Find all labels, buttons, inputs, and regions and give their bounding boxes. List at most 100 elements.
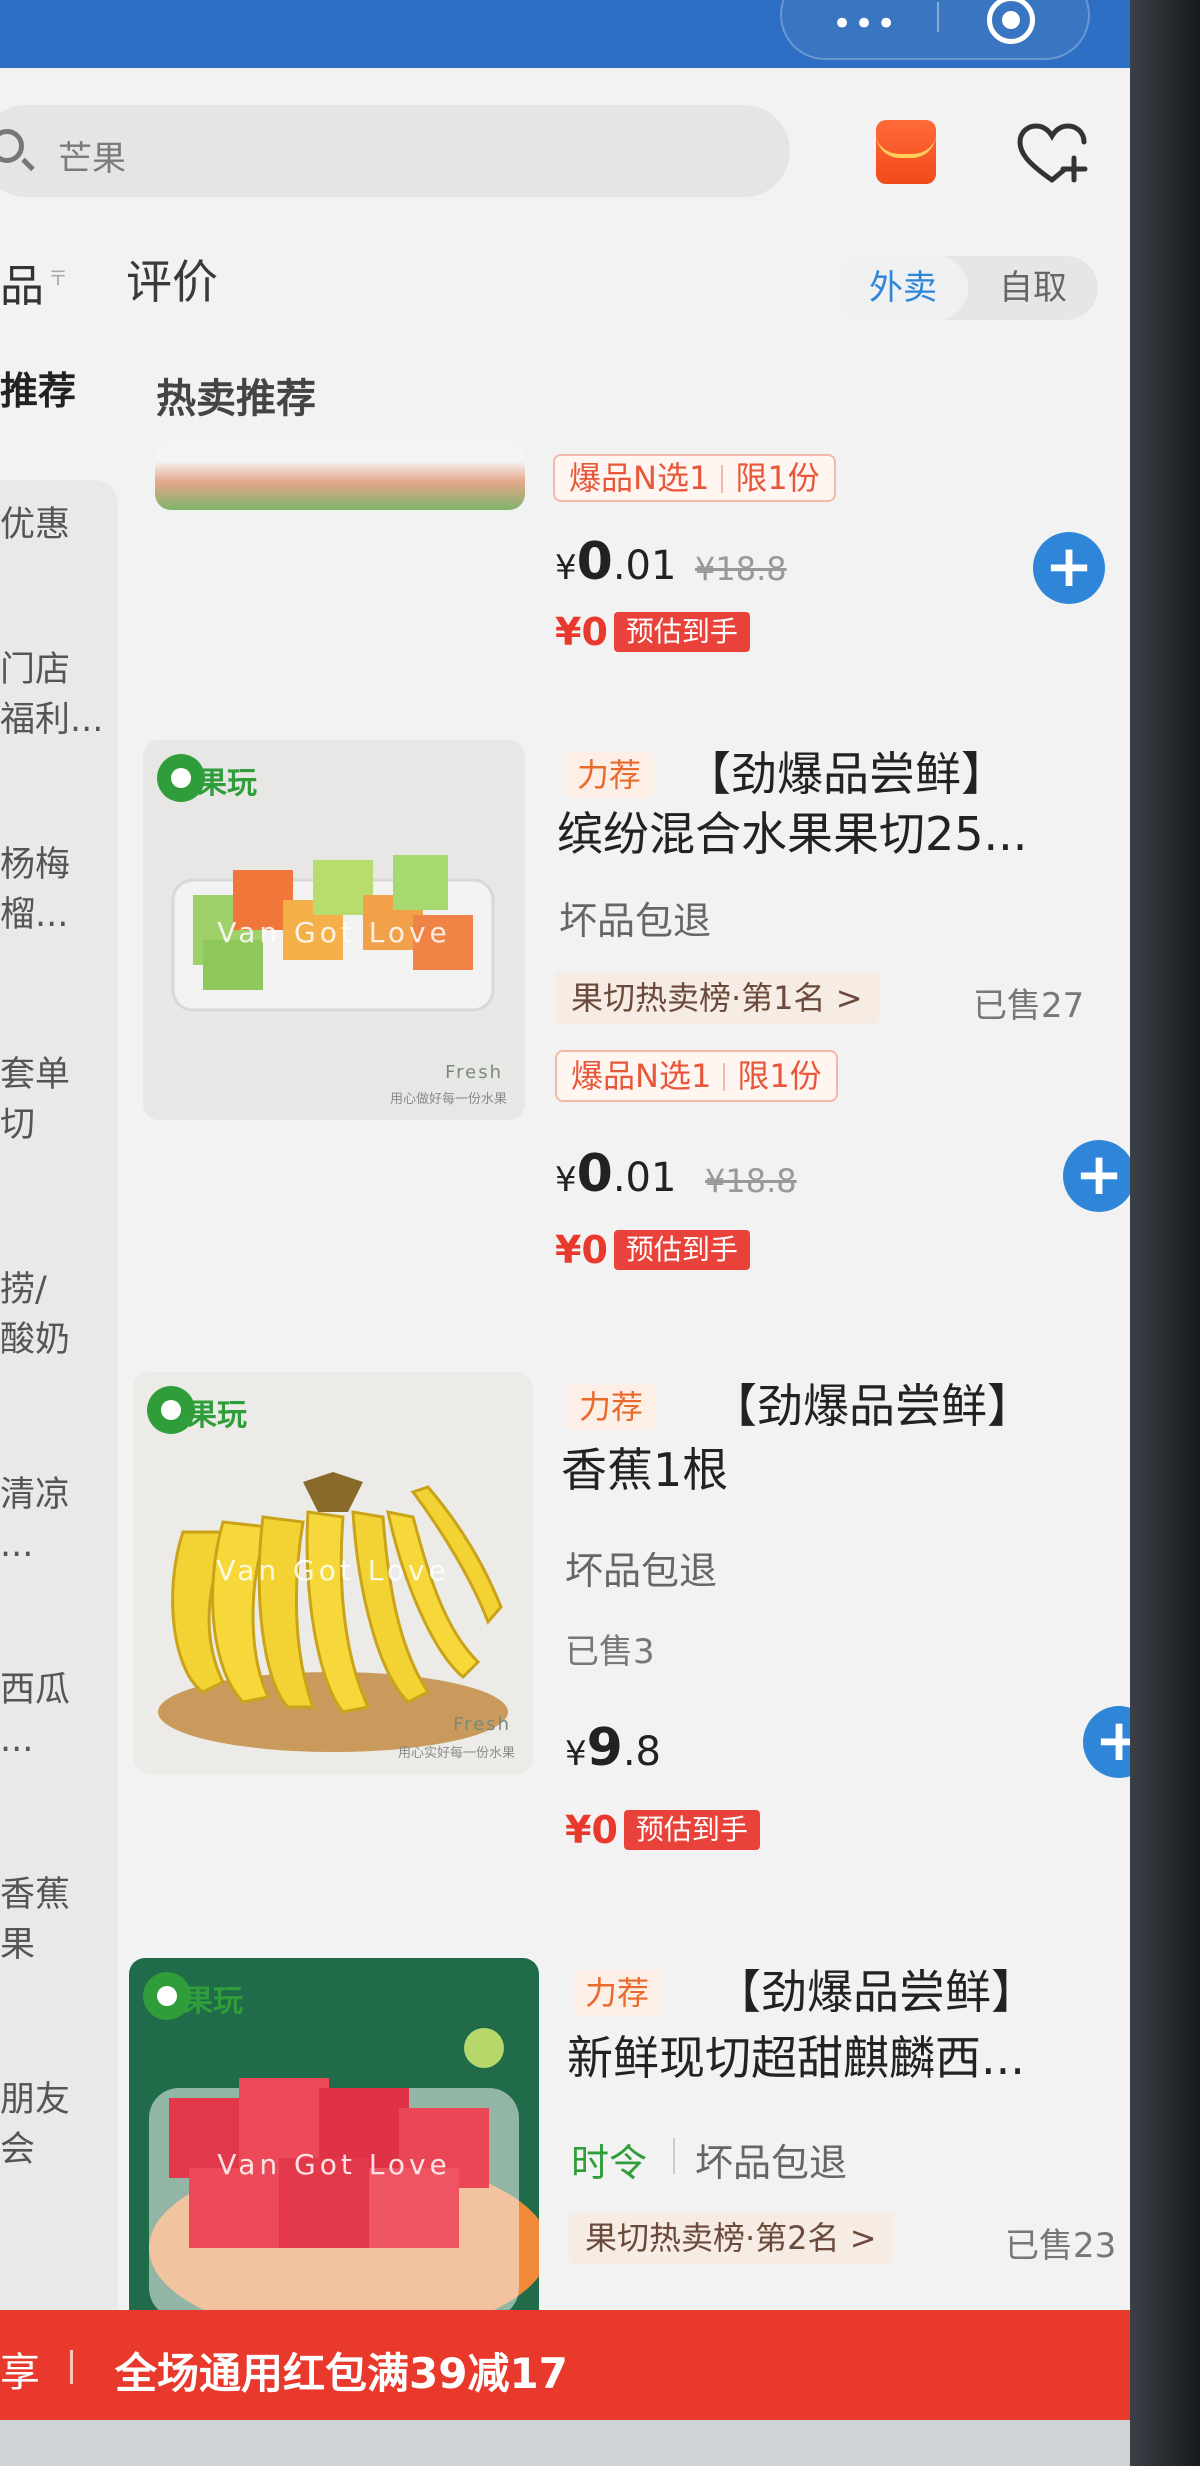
- section-title: 热卖推荐: [156, 376, 316, 422]
- red-envelope-icon[interactable]: [876, 120, 936, 184]
- mode-pickup[interactable]: 自取: [968, 256, 1098, 320]
- more-icon[interactable]: •••: [832, 4, 898, 44]
- original-price: ¥18.8: [705, 1162, 797, 1200]
- limit-badge-a: 爆品N选1: [569, 459, 710, 497]
- mode-delivery[interactable]: 外卖: [838, 256, 968, 320]
- fresh-label: Fresh: [453, 1714, 511, 1735]
- tab-products[interactable]: 品: [0, 250, 44, 314]
- original-price: ¥18.8: [695, 550, 787, 588]
- sidebar-item[interactable]: 西瓜 ...: [0, 1665, 118, 1765]
- tag-divider: [673, 2138, 675, 2174]
- brand-logo: 果玩: [143, 1972, 273, 2022]
- app-screen: ••• 芒果 品 〒 评价 外卖 自取 推荐 优惠 门店 福利... 杨梅 榴.…: [0, 0, 1130, 2466]
- sidebar-item[interactable]: 套单 切: [0, 1050, 118, 1150]
- category-sidebar: 推荐 优惠 门店 福利... 杨梅 榴... 套单 切 捞/ 酸奶 清凉 ...…: [0, 360, 118, 2466]
- product-title-line2[interactable]: 香蕉1根: [561, 1440, 728, 1500]
- brand-logo-text: 果玩: [197, 766, 257, 801]
- sold-count: 已售3: [565, 1632, 655, 1672]
- recommend-tag: 力荐: [573, 1970, 662, 2016]
- estimated-label: 预估到手: [623, 1810, 760, 1850]
- price-dec: .01: [612, 1155, 677, 1201]
- ranking-badge[interactable]: 果切热卖榜·第1名 >: [555, 972, 879, 1024]
- delivery-mode-toggle: 外卖 自取: [838, 256, 1098, 320]
- sidebar-panel: 优惠 门店 福利... 杨梅 榴... 套单 切 捞/ 酸奶 清凉 ... 西瓜…: [0, 480, 118, 2466]
- limit-badge: 爆品N选1 限1份: [553, 454, 836, 502]
- banner-coupon-text: 全场通用红包满39减17: [115, 2349, 568, 2398]
- estimated-zero: ¥0: [555, 1228, 608, 1272]
- search-bar[interactable]: 芒果: [0, 105, 790, 197]
- add-to-cart-button[interactable]: +: [1063, 1140, 1130, 1212]
- estimated-price: ¥0 预估到手: [555, 610, 750, 654]
- watermark: Van Got Love: [216, 1554, 450, 1587]
- product-image[interactable]: [155, 440, 525, 510]
- sidebar-item[interactable]: 香蕉 果: [0, 1870, 118, 1970]
- product-title-line2[interactable]: 新鲜现切超甜麒麟西...: [567, 2028, 1025, 2088]
- sidebar-item-recommend[interactable]: 推荐: [0, 360, 76, 415]
- brand-logo: 果玩: [157, 754, 287, 804]
- price-int: 0: [576, 1144, 613, 1204]
- price-int: 9: [586, 1718, 623, 1778]
- search-placeholder: 芒果: [58, 139, 126, 179]
- tab-review[interactable]: 评价: [126, 246, 218, 312]
- estimated-label: 预估到手: [613, 1230, 750, 1270]
- product-image[interactable]: 果玩 Van Got Love Fresh 用心做好每一份水果: [143, 740, 525, 1120]
- close-miniprogram-icon[interactable]: [987, 0, 1035, 44]
- limit-badge: 爆品N选1 限1份: [555, 1050, 838, 1102]
- seasonal-tag: 时令: [571, 2141, 648, 2185]
- estimated-price: ¥0 预估到手: [555, 1228, 750, 1272]
- estimated-zero: ¥0: [555, 610, 608, 654]
- add-to-cart-button[interactable]: +: [1083, 1706, 1130, 1778]
- sidebar-item[interactable]: 杨梅 榴...: [0, 840, 118, 940]
- add-to-cart-button[interactable]: +: [1033, 532, 1105, 604]
- recommend-tag: 力荐: [567, 1384, 656, 1430]
- product-image[interactable]: 果玩 Van Got Love: [129, 1958, 539, 2338]
- product-title[interactable]: 【劲爆品尝鲜】: [711, 1376, 1033, 1436]
- product-card[interactable]: 爆品N选1 限1份 ¥0.01 ¥18.8 ¥0 预估到手 +: [125, 440, 1130, 670]
- coupon-banner[interactable]: 享 全场通用红包满39减17: [0, 2310, 1130, 2420]
- slogan: 用心实好每一份水果: [397, 1746, 515, 1761]
- price-dec: .8: [622, 1729, 661, 1775]
- price: ¥9.8: [565, 1718, 661, 1778]
- product-title[interactable]: 【劲爆品尝鲜】: [685, 744, 1007, 804]
- device-frame: [1130, 0, 1200, 2466]
- product-card[interactable]: 果玩 Van Got Love Fresh 用心做好每一份水果 力荐 【劲爆品尝…: [125, 740, 1130, 1300]
- limit-badge-b: 限1份: [737, 1057, 822, 1095]
- price-currency: ¥: [555, 548, 577, 588]
- sidebar-item[interactable]: 清凉 ...: [0, 1470, 118, 1570]
- recommend-tag: 力荐: [565, 752, 654, 798]
- limit-badge-b: 限1份: [735, 459, 820, 497]
- product-card[interactable]: 果玩 Van Got Love 力荐 【劲爆品尝鲜】 新鲜现切超甜麒麟西... …: [125, 1958, 1130, 2338]
- product-title-line2[interactable]: 缤纷混合水果果切25...: [557, 804, 1027, 864]
- product-card[interactable]: 果玩 Van Got Love Fresh 用心实好每一份水果 力荐 【劲爆品尝…: [125, 1372, 1130, 1882]
- price-dec: .01: [612, 543, 677, 589]
- slogan: 用心做好每一份水果: [389, 1092, 507, 1107]
- banner-left-text: 享: [0, 2350, 40, 2396]
- tab-products-mark: 〒: [48, 266, 68, 290]
- price-currency: ¥: [565, 1734, 587, 1774]
- refund-policy: 坏品包退: [695, 2141, 848, 2185]
- watermark: Van Got Love: [217, 2148, 451, 2181]
- sidebar-item[interactable]: 捞/ 酸奶: [0, 1265, 118, 1365]
- price: ¥0.01: [555, 532, 676, 592]
- miniprogram-capsule: •••: [780, 0, 1090, 60]
- watermark: Van Got Love: [217, 916, 451, 949]
- fresh-label: Fresh: [445, 1062, 503, 1083]
- product-image[interactable]: 果玩 Van Got Love Fresh 用心实好每一份水果: [133, 1372, 533, 1774]
- bottom-area: [0, 2420, 1130, 2466]
- capsule-divider: [937, 2, 939, 32]
- ranking-badge[interactable]: 果切热卖榜·第2名 >: [569, 2212, 893, 2264]
- refund-policy: 坏品包退: [565, 1549, 718, 1593]
- price: ¥0.01: [555, 1144, 676, 1204]
- favorite-heart-icon[interactable]: [1016, 122, 1088, 186]
- sold-count: 已售23: [1005, 2226, 1117, 2266]
- sidebar-item[interactable]: 朋友 会: [0, 2075, 118, 2175]
- price-currency: ¥: [555, 1160, 577, 1200]
- sidebar-item[interactable]: 优惠: [0, 500, 118, 550]
- sold-count: 已售27: [973, 986, 1085, 1026]
- sidebar-item[interactable]: 门店 福利...: [0, 645, 118, 745]
- search-icon: [0, 129, 24, 163]
- banner-divider: [70, 2350, 73, 2384]
- price-int: 0: [576, 532, 613, 592]
- estimated-label: 预估到手: [613, 612, 750, 652]
- product-title[interactable]: 【劲爆品尝鲜】: [715, 1962, 1037, 2022]
